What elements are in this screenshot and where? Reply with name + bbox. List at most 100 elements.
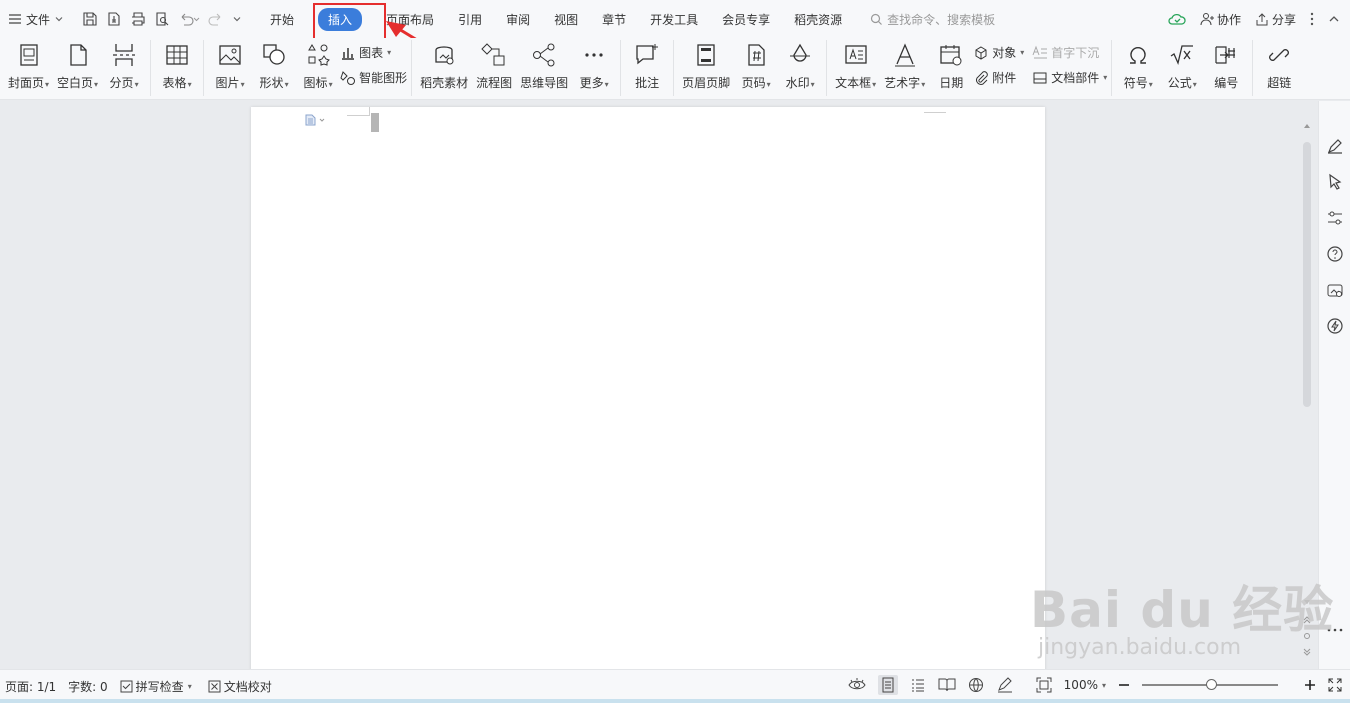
outline-view-icon[interactable] xyxy=(910,677,926,693)
more-dropdown-icon[interactable] xyxy=(232,14,242,24)
wordart-button[interactable]: 艺术字▾ xyxy=(880,40,929,91)
collaborate-button[interactable]: 协作 xyxy=(1200,11,1241,28)
pen-icon[interactable] xyxy=(1326,137,1344,155)
ribbon-group-text: 文本框▾ 艺术字▾ 日期 对象 ▾ 附件 首字下沉 文档部件 ▾ xyxy=(827,40,1113,96)
write-mode-icon[interactable] xyxy=(996,677,1014,693)
zoom-in-icon[interactable] xyxy=(1304,679,1316,691)
print-preview-icon[interactable] xyxy=(154,11,170,27)
adjust-settings-icon[interactable] xyxy=(1326,209,1344,227)
cover-page-button[interactable]: 封面页▾ xyxy=(4,40,53,91)
collapse-ribbon-icon[interactable] xyxy=(1328,13,1340,25)
flowchart-button[interactable]: 流程图 xyxy=(472,40,516,91)
zoom-out-icon[interactable] xyxy=(1118,679,1130,691)
zoom-slider[interactable] xyxy=(1142,679,1278,690)
shape-button[interactable]: 形状▾ xyxy=(252,40,296,91)
share-button[interactable]: 分享 xyxy=(1255,11,1296,28)
symbol-button[interactable]: 符号▾ xyxy=(1116,40,1160,91)
save-icon[interactable] xyxy=(82,11,98,27)
wordart-icon xyxy=(894,43,915,67)
mindmap-button[interactable]: 思维导图 xyxy=(516,40,572,91)
fullscreen-icon[interactable] xyxy=(1328,678,1342,692)
shape-icon xyxy=(263,44,285,65)
picture-button[interactable]: 图片▾ xyxy=(208,40,252,91)
margin-marker-top-left-vertical xyxy=(369,107,370,116)
page-break-icon xyxy=(113,44,136,66)
more-button[interactable]: 更多▾ xyxy=(572,40,616,91)
blank-page-icon xyxy=(69,44,87,66)
reading-view-icon[interactable] xyxy=(938,677,956,693)
tab-developer[interactable]: 开发工具 xyxy=(638,0,710,38)
icon-button[interactable]: 图标▾ xyxy=(296,40,340,91)
text-cursor xyxy=(371,113,379,132)
collaborate-icon xyxy=(1200,13,1214,26)
tab-docer-resources[interactable]: 稻壳资源 xyxy=(782,0,854,38)
comment-button[interactable]: 批注 xyxy=(625,40,669,91)
quick-access-toolbar xyxy=(72,11,248,27)
web-view-icon[interactable] xyxy=(968,677,984,693)
document-page[interactable] xyxy=(251,107,1045,677)
cloud-sync-icon[interactable] xyxy=(1168,12,1186,26)
page-break-button[interactable]: 分页▾ xyxy=(102,40,146,91)
table-button[interactable]: 表格▾ xyxy=(155,40,199,91)
share-icon xyxy=(1256,13,1268,26)
blank-page-button[interactable]: 空白页▾ xyxy=(53,40,102,91)
tab-view[interactable]: 视图 xyxy=(542,0,590,38)
word-count[interactable]: 字数: 0 xyxy=(68,678,108,695)
page-view-icon[interactable] xyxy=(877,675,898,695)
dropcap-button[interactable]: 首字下沉 xyxy=(1032,44,1107,61)
watermark-button[interactable]: 水印▾ xyxy=(778,40,822,91)
hyperlink-button[interactable]: 超链 xyxy=(1257,40,1301,91)
scroll-up-icon[interactable] xyxy=(1300,120,1314,132)
lightning-icon[interactable] xyxy=(1326,317,1344,335)
ribbon-group-pages: 封面页▾ 空白页▾ 分页▾ xyxy=(0,40,152,96)
docer-material-button[interactable]: 稻壳素材 xyxy=(416,40,472,91)
header-footer-icon xyxy=(697,44,715,66)
page-number-icon xyxy=(748,44,765,66)
export-pdf-icon[interactable] xyxy=(106,11,122,27)
smart-art-button[interactable]: 智能图形 xyxy=(340,69,407,86)
paragraph-options-icon[interactable] xyxy=(305,114,327,126)
numbering-button[interactable]: 编号 xyxy=(1204,40,1248,91)
page-count[interactable]: 页面: 1/1 xyxy=(5,678,56,695)
tab-membership[interactable]: 会员专享 xyxy=(710,0,782,38)
fit-page-icon[interactable] xyxy=(1036,677,1052,693)
title-actions: 协作 分享 xyxy=(1168,0,1340,38)
formula-button[interactable]: 公式▾ xyxy=(1160,40,1204,91)
file-menu-label: 文件 xyxy=(26,12,51,27)
eye-protection-icon[interactable] xyxy=(848,678,866,692)
zoom-slider-knob[interactable] xyxy=(1206,679,1217,690)
cursor-select-icon[interactable] xyxy=(1326,173,1344,191)
attachment-button[interactable]: 附件 xyxy=(973,69,1024,86)
tab-home[interactable]: 开始 xyxy=(258,0,306,38)
undo-icon[interactable] xyxy=(178,11,200,27)
redo-icon[interactable] xyxy=(208,11,224,27)
textbox-button[interactable]: 文本框▾ xyxy=(831,40,880,91)
tab-review[interactable]: 审阅 xyxy=(494,0,542,38)
doc-parts-button[interactable]: 文档部件 ▾ xyxy=(1032,69,1107,86)
more-vertical-icon[interactable] xyxy=(1310,12,1314,26)
chart-button[interactable]: 图表 ▾ xyxy=(340,44,407,61)
formula-icon xyxy=(1170,45,1194,66)
proofread-button[interactable]: 文档校对 xyxy=(208,678,272,695)
scrollbar-thumb[interactable] xyxy=(1303,142,1311,407)
command-search[interactable]: 查找命令、搜索模板 xyxy=(870,11,995,28)
file-menu[interactable]: 文件 xyxy=(0,0,72,38)
date-button[interactable]: 日期 xyxy=(929,40,973,91)
ribbon-group-symbols: 符号▾ 公式▾ 编号 xyxy=(1112,40,1254,96)
print-icon[interactable] xyxy=(130,11,146,27)
tab-section[interactable]: 章节 xyxy=(590,0,638,38)
page-number-button[interactable]: 页码▾ xyxy=(734,40,778,91)
material-library-icon[interactable] xyxy=(1326,281,1344,299)
header-footer-button[interactable]: 页眉页脚 xyxy=(678,40,734,91)
ribbon-group-table: 表格▾ xyxy=(151,40,205,96)
docer-material-icon xyxy=(435,46,454,65)
object-button[interactable]: 对象 ▾ xyxy=(973,44,1024,61)
zoom-level-dropdown[interactable]: 100% ▾ xyxy=(1064,678,1106,692)
ribbon-group-media: 稻壳素材 流程图 思维导图 更多▾ xyxy=(412,40,622,96)
doc-parts-icon xyxy=(1033,72,1047,83)
help-icon[interactable] xyxy=(1326,245,1344,263)
spellcheck-button[interactable]: 拼写检查 ▾ xyxy=(120,678,192,695)
table-icon xyxy=(166,45,188,65)
title-bar: 文件 开始 插入 页面布局 引用 审阅 视图 章节 开发工具 会员专享 稻壳资源… xyxy=(0,0,1350,38)
ribbon-insert: 封面页▾ 空白页▾ 分页▾ 表格▾ 图片▾ 形状▾ 图标▾ 图表 ▾ 智能图形 … xyxy=(0,38,1350,100)
